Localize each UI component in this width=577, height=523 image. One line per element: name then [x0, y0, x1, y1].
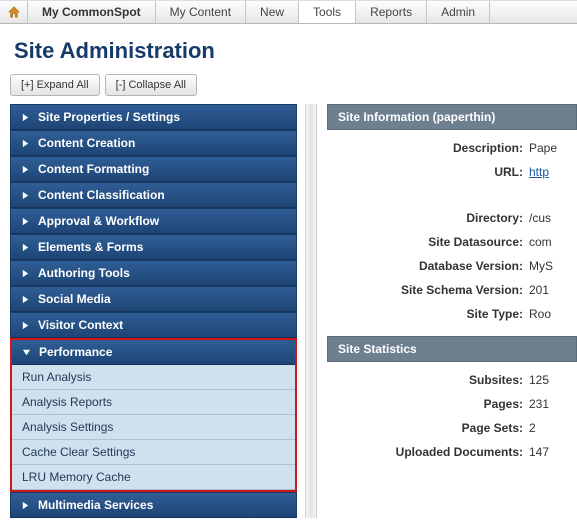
info-row-directory: Directory: /cus [327, 206, 577, 230]
arrow-right-icon [21, 191, 30, 200]
perf-cache-clear-settings[interactable]: Cache Clear Settings [12, 440, 295, 465]
stat-row-pages: Pages: 231 [327, 392, 577, 416]
sidebar-item-label: Elements & Forms [38, 240, 143, 254]
arrow-right-icon [21, 113, 30, 122]
sidebar-item-label: Content Classification [38, 188, 165, 202]
perf-lru-memory-cache[interactable]: LRU Memory Cache [12, 465, 295, 490]
stat-label: Subsites: [329, 373, 529, 387]
arrow-right-icon [21, 269, 30, 278]
sidebar: Site Properties / Settings Content Creat… [0, 104, 305, 518]
info-label: Site Schema Version: [329, 283, 529, 297]
info-label: URL: [329, 165, 529, 179]
stat-row-uploaded-docs: Uploaded Documents: 147 [327, 440, 577, 464]
arrow-right-icon [21, 321, 30, 330]
content-area: Site Information (paperthin) Description… [317, 104, 577, 464]
sidebar-item-content-creation[interactable]: Content Creation [10, 130, 297, 156]
site-information-header: Site Information (paperthin) [327, 104, 577, 130]
info-value: MyS [529, 259, 553, 273]
sidebar-item-label: Content Formatting [38, 162, 149, 176]
sidebar-item-label: Approval & Workflow [38, 214, 159, 228]
info-row-datasource: Site Datasource: com [327, 230, 577, 254]
nav-tools[interactable]: Tools [299, 1, 356, 23]
sidebar-item-site-properties[interactable]: Site Properties / Settings [10, 104, 297, 130]
nav-new[interactable]: New [246, 1, 299, 23]
perf-run-analysis[interactable]: Run Analysis [12, 365, 295, 390]
arrow-right-icon [21, 501, 30, 510]
arrow-right-icon [21, 243, 30, 252]
sidebar-item-label: Multimedia Services [38, 498, 153, 512]
sidebar-item-content-classification[interactable]: Content Classification [10, 182, 297, 208]
home-icon[interactable] [0, 1, 28, 23]
stat-value: 231 [529, 397, 549, 411]
info-label: Database Version: [329, 259, 529, 273]
collapse-all-button[interactable]: [-] Collapse All [105, 74, 197, 96]
nav-admin[interactable]: Admin [427, 1, 490, 23]
top-nav: My CommonSpot My Content New Tools Repor… [0, 0, 577, 24]
info-label: Description: [329, 141, 529, 155]
expand-collapse-toolbar: [+] Expand All [-] Collapse All [0, 74, 577, 104]
arrow-right-icon [21, 165, 30, 174]
stat-label: Uploaded Documents: [329, 445, 529, 459]
info-row-site-type: Site Type: Roo [327, 302, 577, 326]
stat-value: 2 [529, 421, 536, 435]
sidebar-item-performance[interactable]: Performance [12, 340, 295, 365]
sidebar-item-approval-workflow[interactable]: Approval & Workflow [10, 208, 297, 234]
info-label: Site Type: [329, 307, 529, 321]
sidebar-item-visitor-context[interactable]: Visitor Context [10, 312, 297, 338]
stat-label: Pages: [329, 397, 529, 411]
site-statistics-header: Site Statistics [327, 336, 577, 362]
expand-all-button[interactable]: [+] Expand All [10, 74, 100, 96]
info-row-schema-version: Site Schema Version: 201 [327, 278, 577, 302]
page-title: Site Administration [0, 24, 577, 74]
sidebar-item-label: Visitor Context [38, 318, 123, 332]
nav-my-commonspot[interactable]: My CommonSpot [28, 1, 156, 23]
stat-row-page-sets: Page Sets: 2 [327, 416, 577, 440]
arrow-down-icon [22, 348, 31, 357]
info-label: Directory: [329, 211, 529, 225]
sidebar-item-multimedia-services[interactable]: Multimedia Services [10, 492, 297, 518]
stat-value: 125 [529, 373, 549, 387]
arrow-right-icon [21, 139, 30, 148]
sidebar-item-label: Site Properties / Settings [38, 110, 180, 124]
info-label: Site Datasource: [329, 235, 529, 249]
info-value: com [529, 235, 552, 249]
info-value: Roo [529, 307, 551, 321]
sidebar-item-elements-forms[interactable]: Elements & Forms [10, 234, 297, 260]
stat-label: Page Sets: [329, 421, 529, 435]
stat-row-subsites: Subsites: 125 [327, 368, 577, 392]
arrow-right-icon [21, 295, 30, 304]
vertical-divider [305, 104, 317, 518]
info-value: Pape [529, 141, 557, 155]
nav-reports[interactable]: Reports [356, 1, 427, 23]
sidebar-item-label: Content Creation [38, 136, 135, 150]
sidebar-item-label: Authoring Tools [38, 266, 130, 280]
sidebar-item-label: Performance [39, 345, 112, 359]
sidebar-item-label: Social Media [38, 292, 111, 306]
arrow-right-icon [21, 217, 30, 226]
info-value: 201 [529, 283, 549, 297]
sidebar-group-performance: Performance Run Analysis Analysis Report… [10, 338, 297, 492]
sidebar-item-social-media[interactable]: Social Media [10, 286, 297, 312]
info-row-description: Description: Pape [327, 136, 577, 160]
perf-analysis-reports[interactable]: Analysis Reports [12, 390, 295, 415]
stat-value: 147 [529, 445, 549, 459]
info-value-link[interactable]: http [529, 165, 549, 179]
info-value: /cus [529, 211, 551, 225]
info-row-url: URL: http [327, 160, 577, 184]
nav-my-content[interactable]: My Content [156, 1, 246, 23]
sidebar-item-authoring-tools[interactable]: Authoring Tools [10, 260, 297, 286]
perf-analysis-settings[interactable]: Analysis Settings [12, 415, 295, 440]
info-row-db-version: Database Version: MyS [327, 254, 577, 278]
sidebar-item-content-formatting[interactable]: Content Formatting [10, 156, 297, 182]
